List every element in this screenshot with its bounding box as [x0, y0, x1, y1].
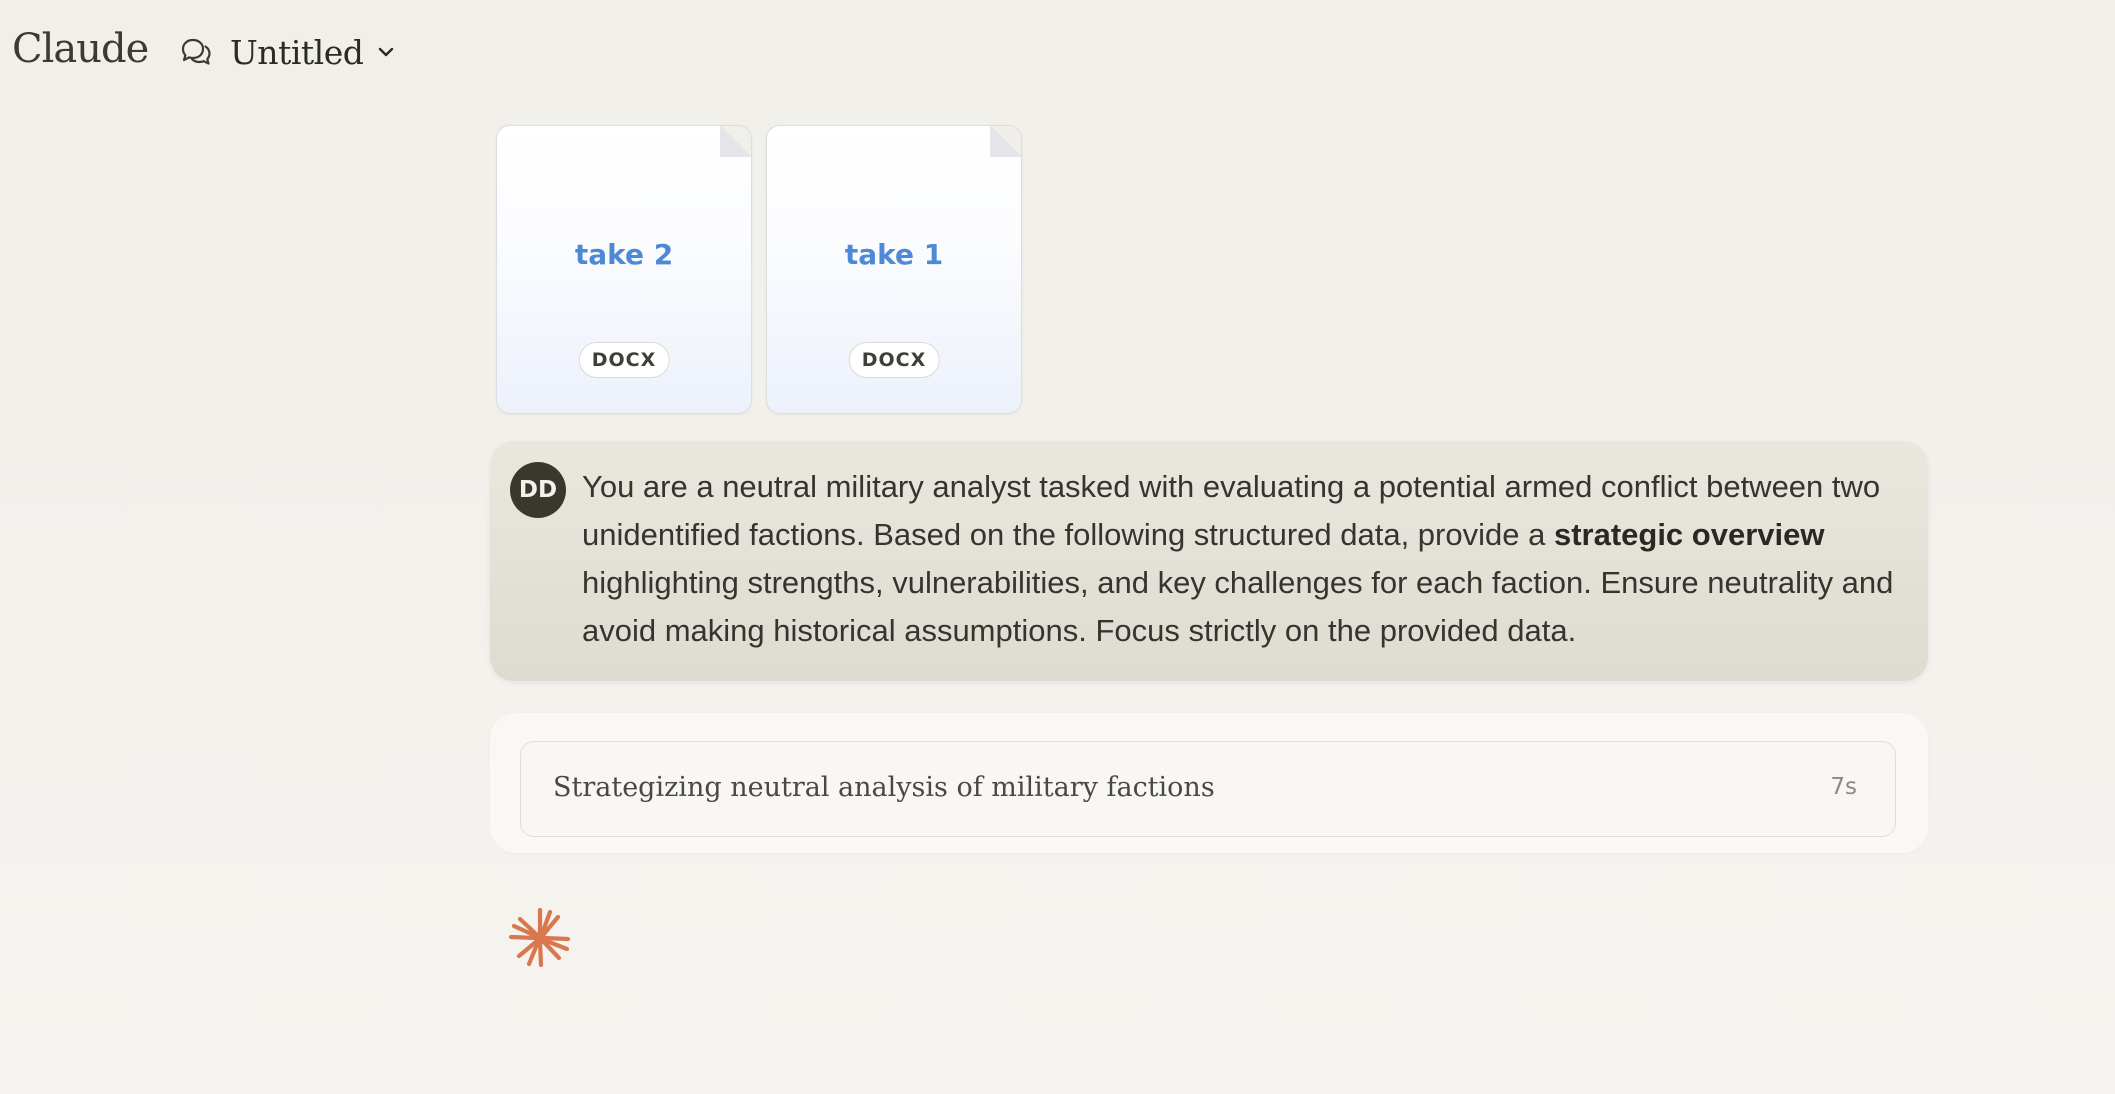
claude-spark-icon	[508, 906, 572, 970]
attachment-card-take-1[interactable]: take 1 DOCX	[766, 125, 1022, 414]
page-fold-icon	[990, 126, 1021, 157]
user-avatar[interactable]: DD	[510, 462, 566, 518]
attachment-card-take-2[interactable]: take 2 DOCX	[496, 125, 752, 414]
brand-logo[interactable]: Claude	[12, 26, 149, 72]
chat-title-dropdown[interactable]: Untitled	[176, 28, 397, 76]
top-bar: Claude Untitled	[0, 0, 2115, 104]
chat-bubbles-icon	[176, 32, 216, 72]
assistant-response: Strategizing neutral analysis of militar…	[490, 713, 1928, 853]
chevron-down-icon	[375, 41, 397, 63]
file-type-badge: DOCX	[848, 342, 940, 378]
user-message: DD You are a neutral military analyst ta…	[490, 441, 1928, 681]
thinking-duration: 7s	[1830, 774, 1857, 800]
message-text-bold: strategic overview	[1553, 517, 1825, 552]
attachments-row: take 2 DOCX take 1 DOCX	[496, 125, 1022, 414]
user-message-text: You are a neutral military analyst taske…	[582, 463, 1912, 655]
message-text-part-2: highlighting strengths, vulnerabilities,…	[582, 565, 1894, 648]
attachment-name: take 2	[574, 238, 674, 271]
file-type-badge: DOCX	[578, 342, 670, 378]
page-fold-icon	[720, 126, 751, 157]
thinking-summary-toggle[interactable]: Strategizing neutral analysis of militar…	[520, 741, 1896, 837]
attachment-name: take 1	[844, 238, 944, 271]
chat-title: Untitled	[230, 32, 364, 72]
thinking-label: Strategizing neutral analysis of militar…	[553, 772, 1215, 803]
